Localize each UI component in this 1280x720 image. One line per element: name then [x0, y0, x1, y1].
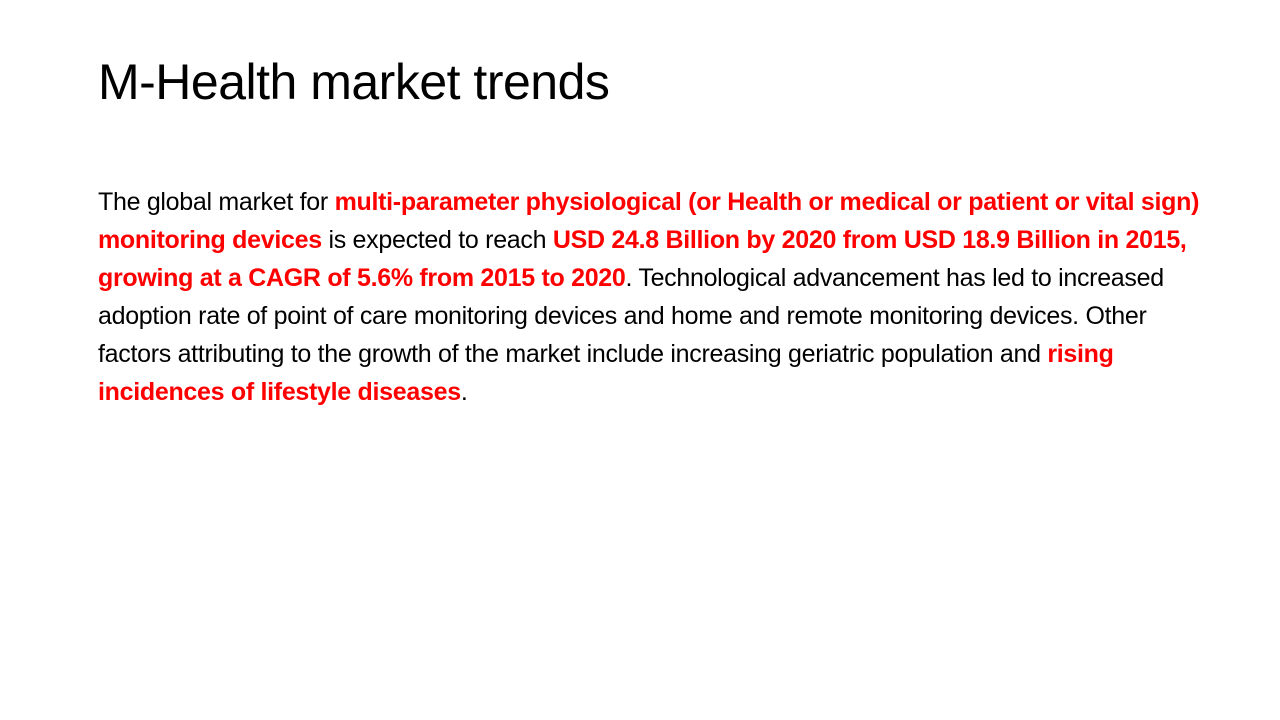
slide: M-Health market trends The global market…: [0, 0, 1280, 720]
body-text-segment: The global market for: [98, 188, 335, 216]
body-text-segment: .: [460, 378, 468, 406]
slide-title: M-Health market trends: [98, 54, 610, 110]
body-text-segment: is expected to reach: [321, 226, 553, 254]
slide-body-paragraph: The global market for multi-parameter ph…: [98, 183, 1208, 411]
